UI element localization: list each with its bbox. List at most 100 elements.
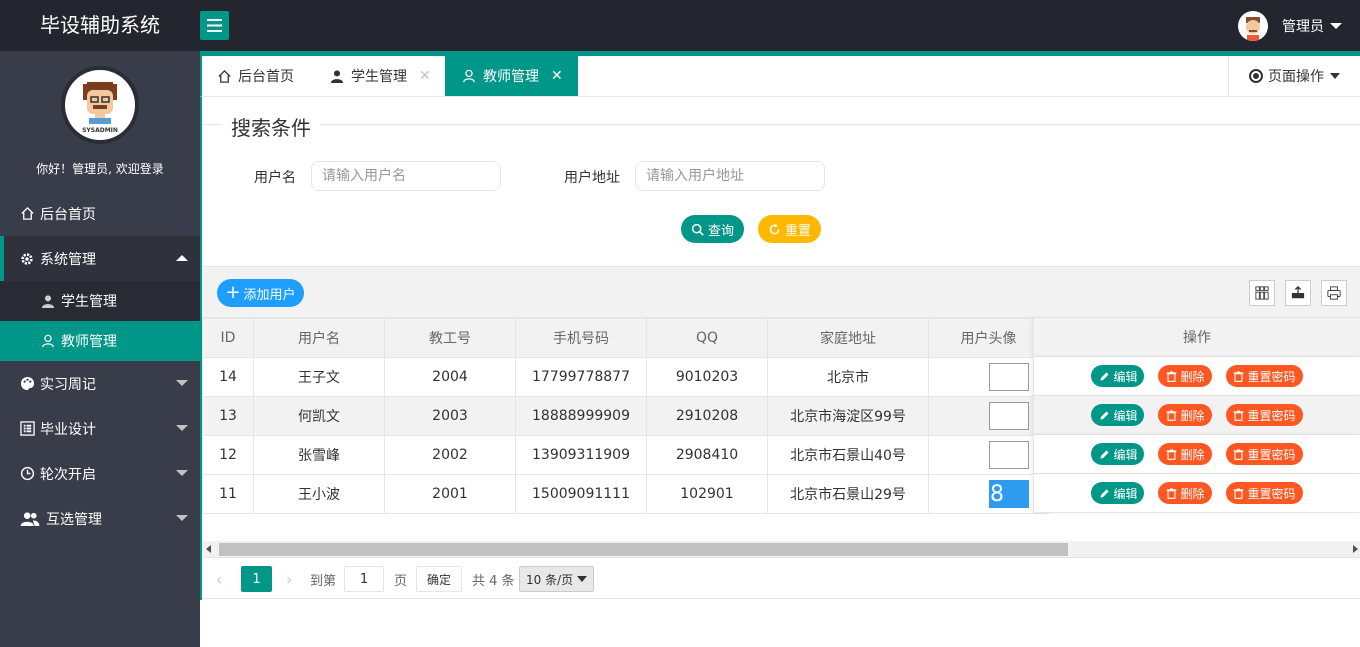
cell-avatar [928,435,1049,475]
reset-password-button[interactable]: 重置密码 [1225,365,1303,387]
table-row[interactable]: 12 张雪峰 2002 13909311909 2908410 北京市石景山40… [202,435,1049,475]
page-size-select[interactable]: 10 条/页 [519,566,595,592]
page-operations-menu[interactable]: 页面操作 [1228,56,1360,96]
cell-avatar: 8 [928,474,1049,514]
pencil-icon [1098,448,1110,460]
add-user-button[interactable]: + 添加用户 [217,279,304,307]
sidebar-item-mutual-selection[interactable]: 互选管理 [0,496,200,541]
horizontal-scrollbar[interactable] [202,541,1360,557]
edit-button[interactable]: 编辑 [1091,365,1145,387]
user-icon [40,293,56,309]
cell-id: 14 [202,357,254,397]
col-username[interactable]: 用户名 [253,318,385,358]
chevron-down-icon [176,470,188,476]
cell-staff-no: 2001 [384,474,516,514]
header-user-name: 管理员 [1282,19,1324,35]
prev-page-icon[interactable]: ‹ [216,566,222,592]
delete-label: 删除 [1180,369,1205,384]
sidebar-item-label: 轮次开启 [40,466,96,483]
trash-icon [1165,448,1177,460]
sidebar-item-system[interactable]: 系统管理 [0,236,200,281]
sysadmin-avatar-icon: SYSADMIN [82,82,118,134]
sidebar-item-students[interactable]: 学生管理 [0,281,200,321]
cell-username: 王子文 [253,357,385,397]
sidebar-item-teachers[interactable]: 教师管理 [0,321,200,361]
user-avatar-thumbnail[interactable]: 8 [989,480,1029,508]
sidebar-item-home[interactable]: 后台首页 [0,191,200,236]
export-button[interactable] [1285,280,1311,306]
teacher-table: ID 用户名 教工号 手机号码 QQ 家庭地址 用户头像 14 王子文 2004… [202,318,1049,514]
edit-label: 编辑 [1113,447,1138,462]
delete-button[interactable]: 删除 [1158,404,1212,426]
cell-id: 13 [202,396,254,436]
sidebar-item-graduation[interactable]: 毕业设计 [0,406,200,451]
address-input[interactable] [635,161,825,191]
page-confirm-button[interactable]: 确定 [416,566,463,592]
edit-button[interactable]: 编辑 [1091,482,1145,504]
edit-button[interactable]: 编辑 [1091,404,1145,426]
username-input[interactable] [311,161,501,191]
reset-password-button[interactable]: 重置密码 [1225,443,1303,465]
close-icon[interactable]: ✕ [551,68,563,84]
table-row[interactable]: 11 王小波 2001 15009091111 102901 北京市石景山29号… [202,474,1049,514]
cell-username: 张雪峰 [253,435,385,475]
col-avatar[interactable]: 用户头像 [928,318,1049,358]
broken-image-icon[interactable] [989,363,1029,391]
close-icon[interactable]: ✕ [419,68,431,84]
avatar-caption: SYSADMIN [82,127,118,134]
next-page-icon[interactable]: › [286,566,292,592]
tab-bar: 后台首页 学生管理 ✕ 教师管理 ✕ 页面操作 [200,56,1360,97]
sidebar-avatar: SYSADMIN [61,66,139,144]
cell-phone: 18888999909 [515,396,647,436]
sidebar-item-internship[interactable]: 实习周记 [0,361,200,406]
columns-filter-button[interactable] [1249,280,1275,306]
page-number-current[interactable]: 1 [241,566,272,592]
trash-icon [1165,370,1177,382]
print-button[interactable] [1321,280,1347,306]
col-address[interactable]: 家庭地址 [767,318,929,358]
cell-avatar [928,396,1049,436]
grid-icon [1255,286,1269,300]
export-icon [1291,286,1305,299]
palette-icon [19,376,35,392]
sidebar: SYSADMIN 你好！管理员, 欢迎登录 后台首页 系统管理 学生管理 教师管… [0,51,200,647]
trash-icon [1233,370,1245,382]
delete-button[interactable]: 删除 [1158,365,1212,387]
reset-password-button[interactable]: 重置密码 [1225,482,1303,504]
reset-password-button[interactable]: 重置密码 [1225,404,1303,426]
scroll-left-icon[interactable] [206,545,211,553]
broken-image-icon[interactable] [989,402,1029,430]
sidebar-item-label: 教师管理 [61,334,117,350]
scroll-right-icon[interactable] [1353,545,1358,553]
username-label: 用户名 [254,170,296,186]
scrollbar-thumb[interactable] [219,543,1068,556]
tab-teachers[interactable]: 教师管理 ✕ [445,56,578,96]
search-legend: 搜索条件 [222,112,320,141]
data-table-panel: + 添加用户 ID 用户名 教工号 手机号码 QQ 家庭地址 用户头像 14 王… [202,266,1360,600]
tab-home[interactable]: 后台首页 [216,56,294,96]
broken-image-icon[interactable] [989,441,1029,469]
reset-button[interactable]: 重置 [758,215,821,243]
search-icon [691,222,705,236]
edit-button[interactable]: 编辑 [1091,443,1145,465]
col-id[interactable]: ID [202,318,254,358]
address-label: 用户地址 [564,170,620,186]
col-phone[interactable]: 手机号码 [515,318,647,358]
delete-button[interactable]: 删除 [1158,443,1212,465]
page-jump-input[interactable]: 1 [344,566,384,592]
delete-button[interactable]: 删除 [1158,482,1212,504]
table-row[interactable]: 14 王子文 2004 17799778877 9010203 北京市 [202,357,1049,397]
cell-qq: 2910208 [646,396,768,436]
cell-address: 北京市石景山29号 [767,474,929,514]
tab-students[interactable]: 学生管理 ✕ [329,56,431,96]
col-qq[interactable]: QQ [646,318,768,358]
col-staff-no[interactable]: 教工号 [384,318,516,358]
query-button[interactable]: 查询 [681,215,744,243]
header-user-menu[interactable]: 管理员 [1238,11,1342,41]
sidebar-item-rounds[interactable]: 轮次开启 [0,451,200,496]
trash-icon [1233,409,1245,421]
table-row[interactable]: 13 何凯文 2003 18888999909 2910208 北京市海淀区99… [202,396,1049,436]
menu-toggle-button[interactable] [200,11,229,40]
welcome-text: 你好！管理员, 欢迎登录 [36,162,164,176]
page-ops-label: 页面操作 [1268,69,1324,85]
